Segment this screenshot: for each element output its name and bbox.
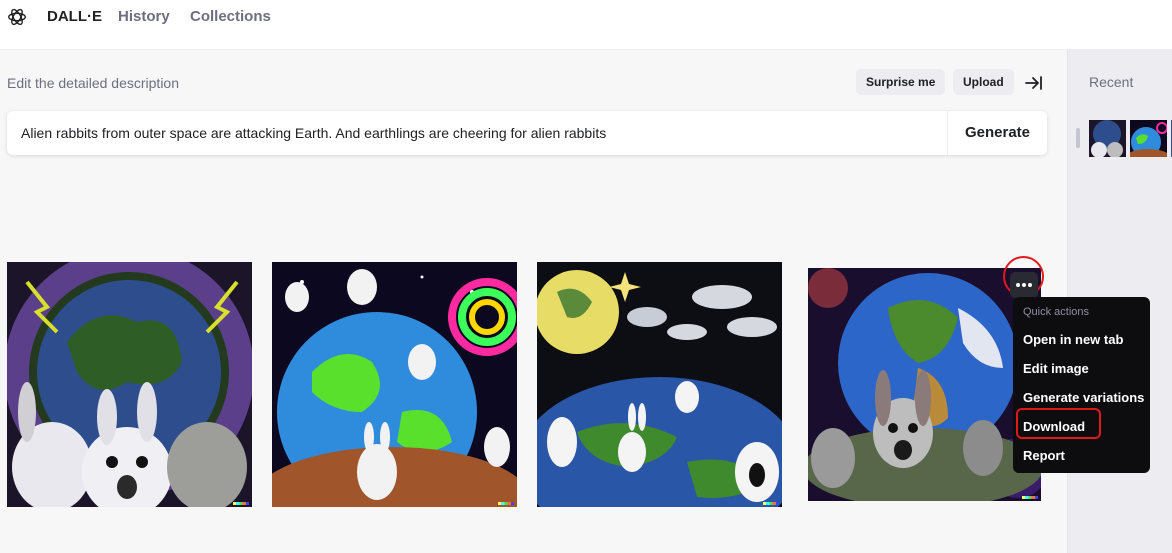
generate-button[interactable]: Generate <box>948 111 1047 155</box>
recent-label: Recent <box>1089 74 1134 90</box>
more-horizontal-icon <box>1022 283 1026 287</box>
menu-item-report[interactable]: Report <box>1023 448 1065 463</box>
recent-scroll-indicator[interactable] <box>1076 128 1080 148</box>
image-4-art <box>808 268 1041 501</box>
recent-thumbnail-2[interactable] <box>1130 120 1167 157</box>
menu-item-generate-variations[interactable]: Generate variations <box>1023 390 1144 405</box>
generated-image-3[interactable] <box>537 262 782 507</box>
upload-button[interactable]: Upload <box>953 69 1014 95</box>
quick-actions-menu: Quick actions Open in new tab Edit image… <box>1013 297 1150 473</box>
generated-image-1[interactable] <box>7 262 252 507</box>
prompt-input[interactable]: Alien rabbits from outer space are attac… <box>21 125 606 141</box>
prompt-bar: Alien rabbits from outer space are attac… <box>7 111 1047 155</box>
more-horizontal-icon <box>1016 283 1020 287</box>
more-options-button[interactable] <box>1010 272 1038 298</box>
dalle-watermark <box>233 502 249 505</box>
nav-history[interactable]: History <box>118 8 170 25</box>
more-horizontal-icon <box>1028 283 1032 287</box>
openai-logo-icon[interactable] <box>6 6 28 28</box>
download-highlight-box <box>1016 408 1101 439</box>
collapse-panel-icon[interactable] <box>1025 74 1043 92</box>
image-1-art <box>7 262 252 507</box>
thumbnail-1-art <box>1089 120 1126 157</box>
image-3-art <box>537 262 782 507</box>
menu-header: Quick actions <box>1023 306 1090 318</box>
dalle-watermark <box>498 502 514 505</box>
dalle-watermark <box>1022 496 1038 499</box>
generated-image-4[interactable] <box>808 268 1041 501</box>
nav-collections[interactable]: Collections <box>190 8 271 25</box>
dalle-watermark <box>763 502 779 505</box>
image-2-art <box>272 262 517 507</box>
main-panel: Edit the detailed description Surprise m… <box>0 50 1067 553</box>
brand-title[interactable]: DALL·E <box>47 8 102 25</box>
menu-item-edit-image[interactable]: Edit image <box>1023 361 1089 376</box>
recent-thumbnail-1[interactable] <box>1089 120 1126 157</box>
thumbnail-2-art <box>1130 120 1167 157</box>
top-navigation: DALL·E History Collections <box>0 0 1172 50</box>
surprise-me-button[interactable]: Surprise me <box>856 69 946 95</box>
menu-item-open-new-tab[interactable]: Open in new tab <box>1023 332 1123 347</box>
edit-description-label: Edit the detailed description <box>7 75 179 91</box>
generated-image-2[interactable] <box>272 262 517 507</box>
